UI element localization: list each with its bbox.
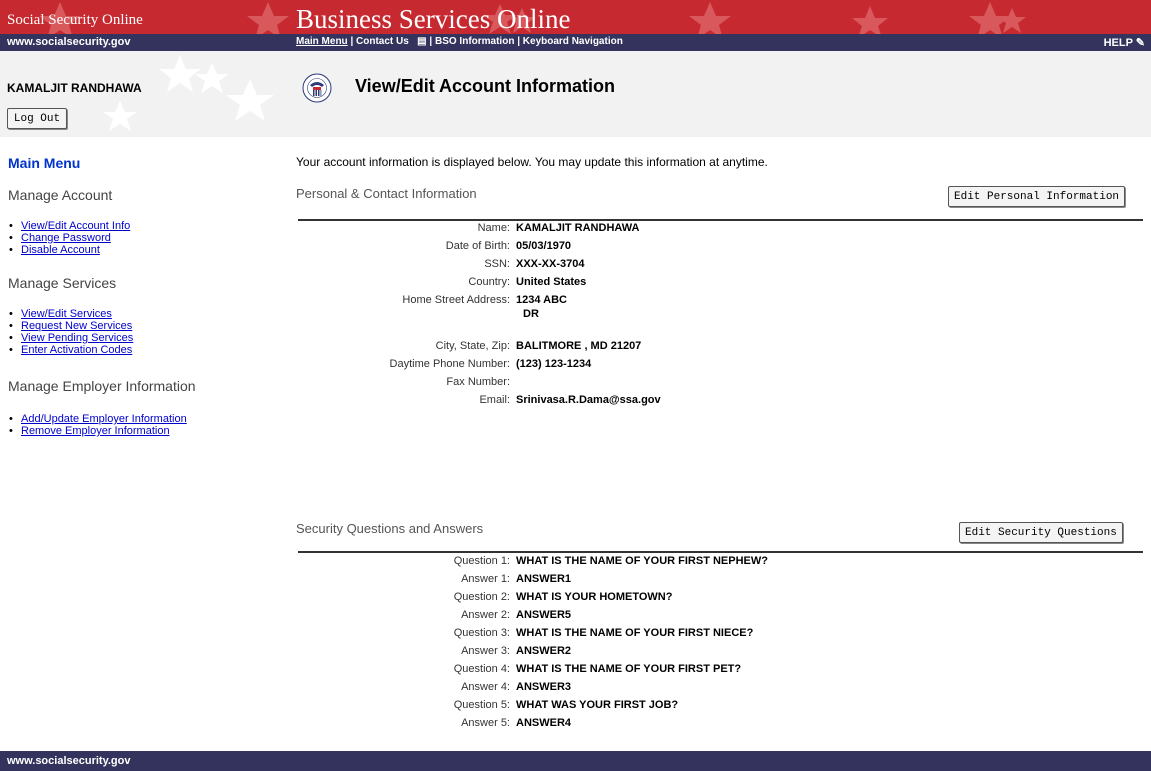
field-value: 05/03/1970	[516, 240, 572, 252]
site-title: Business Services Online	[296, 4, 571, 34]
field-value: United States	[516, 276, 587, 288]
user-name: KAMALJIT RANDHAWA	[7, 81, 142, 95]
edit-security-questions-button[interactable]: Edit Security Questions	[959, 522, 1123, 543]
security-section-title: Security Questions and Answers	[296, 521, 484, 536]
field-value: WHAT IS YOUR HOMETOWN?	[516, 591, 673, 603]
social-security-online-logo: Social Security Online	[7, 12, 143, 28]
field-value: ANSWER3	[516, 681, 572, 693]
field-label: Fax Number:	[446, 376, 510, 388]
sidebar-item: Remove Employer Information	[8, 425, 187, 437]
intro-text: Your account information is displayed be…	[296, 155, 768, 169]
field-label: Answer 4:	[461, 681, 510, 693]
help-label: HELP	[1103, 37, 1133, 49]
site-header: Social Security Online Business Services…	[0, 0, 1151, 34]
sidebar-item: View/Edit Services	[8, 308, 133, 320]
field-value: KAMALJIT RANDHAWA	[516, 222, 640, 234]
sidebar-item-change-password[interactable]: Change Password	[21, 232, 111, 244]
stars-decoration	[39, 2, 1026, 34]
field-value: ANSWER2	[516, 645, 572, 657]
nav-bar: www.socialsecurity.gov Main Menu | Conta…	[0, 34, 1151, 51]
sidebar-item-view-edit-services[interactable]: View/Edit Services	[21, 308, 112, 320]
site-footer: www.socialsecurity.gov	[0, 751, 1151, 771]
user-panel: KAMALJIT RANDHAWA Log Out	[0, 51, 294, 137]
sidebar-item: View Pending Services	[8, 332, 133, 344]
field-value: ANSWER1	[516, 573, 572, 585]
sidebar-item-remove-employer-information[interactable]: Remove Employer Information	[21, 425, 170, 437]
edit-personal-information-button[interactable]: Edit Personal Information	[948, 186, 1126, 207]
logout-button[interactable]: Log Out	[7, 108, 67, 129]
field-label: Date of Birth:	[445, 240, 510, 252]
sidebar-heading-manage-employer-information: Manage Employer Information	[8, 378, 196, 394]
nav-bso-information-link[interactable]: BSO Information	[435, 36, 514, 47]
field-value: WHAT IS THE NAME OF YOUR FIRST NEPHEW?	[516, 555, 768, 567]
section-divider	[298, 551, 1143, 553]
window-icon: ▤	[417, 36, 427, 47]
field-label: Question 1:	[453, 555, 510, 567]
field-label: SSN:	[484, 258, 510, 270]
sidebar-item: Request New Services	[8, 320, 133, 332]
help-link[interactable]: HELP ✎	[1104, 36, 1145, 49]
field-value: 1234 ABC	[516, 294, 567, 306]
nav-keyboard-navigation-link[interactable]: Keyboard Navigation	[523, 36, 623, 47]
sidebar-item-add-update-employer-information[interactable]: Add/Update Employer Information	[21, 413, 187, 425]
field-value: WHAT IS THE NAME OF YOUR FIRST PET?	[516, 663, 742, 675]
field-value: ANSWER5	[516, 609, 572, 621]
field-label: Country:	[468, 276, 510, 288]
page-header: View/Edit Account Information	[294, 51, 1151, 137]
sidebar-item-request-new-services[interactable]: Request New Services	[21, 320, 132, 332]
sidebar-main-menu-link[interactable]: Main Menu	[8, 155, 80, 171]
field-label: Email:	[479, 394, 510, 406]
sidebar-item-disable-account[interactable]: Disable Account	[21, 244, 100, 256]
nav-main-menu-link[interactable]: Main Menu	[296, 36, 348, 47]
sidebar-item-enter-activation-codes[interactable]: Enter Activation Codes	[21, 344, 132, 356]
field-value: ANSWER4	[516, 717, 572, 729]
sidebar-item-view-pending-services[interactable]: View Pending Services	[21, 332, 133, 344]
sidebar-item: Change Password	[8, 232, 130, 244]
sidebar-list-manage-services: View/Edit Services Request New Services …	[8, 308, 133, 356]
field-label: Question 4:	[453, 663, 510, 675]
pencil-icon: ✎	[1135, 37, 1145, 49]
sidebar-item: Enter Activation Codes	[8, 344, 133, 356]
sidebar-item: View/Edit Account Info	[8, 220, 130, 232]
field-label: City, State, Zip:	[435, 340, 510, 352]
field-value: BALITMORE , MD 21207	[516, 340, 642, 352]
nav-separator	[412, 36, 415, 47]
field-label: Daytime Phone Number:	[389, 358, 510, 370]
field-label: Question 5:	[453, 699, 510, 711]
sidebar-list-manage-employer: Add/Update Employer Information Remove E…	[8, 413, 187, 437]
field-label: Answer 3:	[461, 645, 510, 657]
page-title: View/Edit Account Information	[355, 76, 616, 96]
nav-contact-us-link[interactable]: Contact Us	[356, 36, 409, 47]
field-label: Name:	[477, 222, 510, 234]
sidebar-list-manage-account: View/Edit Account Info Change Password D…	[8, 220, 130, 256]
sidebar-item-view-edit-account-info[interactable]: View/Edit Account Info	[21, 220, 130, 232]
sidebar-item: Add/Update Employer Information	[8, 413, 187, 425]
field-value: (123) 123-1234	[516, 358, 592, 370]
field-value: Srinivasa.R.Dama@ssa.gov	[516, 394, 661, 406]
footer-site-url: www.socialsecurity.gov	[7, 755, 131, 767]
site-url: www.socialsecurity.gov	[7, 36, 131, 48]
personal-section-title: Personal & Contact Information	[296, 186, 477, 201]
field-value: DR	[523, 308, 539, 320]
field-label: Answer 5:	[461, 717, 510, 729]
top-nav-links: Main Menu | Contact Us ▤ | BSO Informati…	[296, 36, 623, 47]
ssa-seal-icon	[302, 73, 332, 103]
field-value: WHAT WAS YOUR FIRST JOB?	[516, 699, 679, 711]
section-divider	[298, 219, 1143, 221]
field-label: Question 3:	[453, 627, 510, 639]
sidebar-item: Disable Account	[8, 244, 130, 256]
field-value: WHAT IS THE NAME OF YOUR FIRST NIECE?	[516, 627, 754, 639]
field-value: XXX-XX-3704	[516, 258, 585, 270]
field-label: Answer 1:	[461, 573, 510, 585]
sidebar-heading-manage-account: Manage Account	[8, 187, 113, 203]
field-label: Answer 2:	[461, 609, 510, 621]
field-label: Question 2:	[453, 591, 510, 603]
field-label: Home Street Address:	[402, 294, 510, 306]
sidebar-heading-manage-services: Manage Services	[8, 275, 117, 291]
